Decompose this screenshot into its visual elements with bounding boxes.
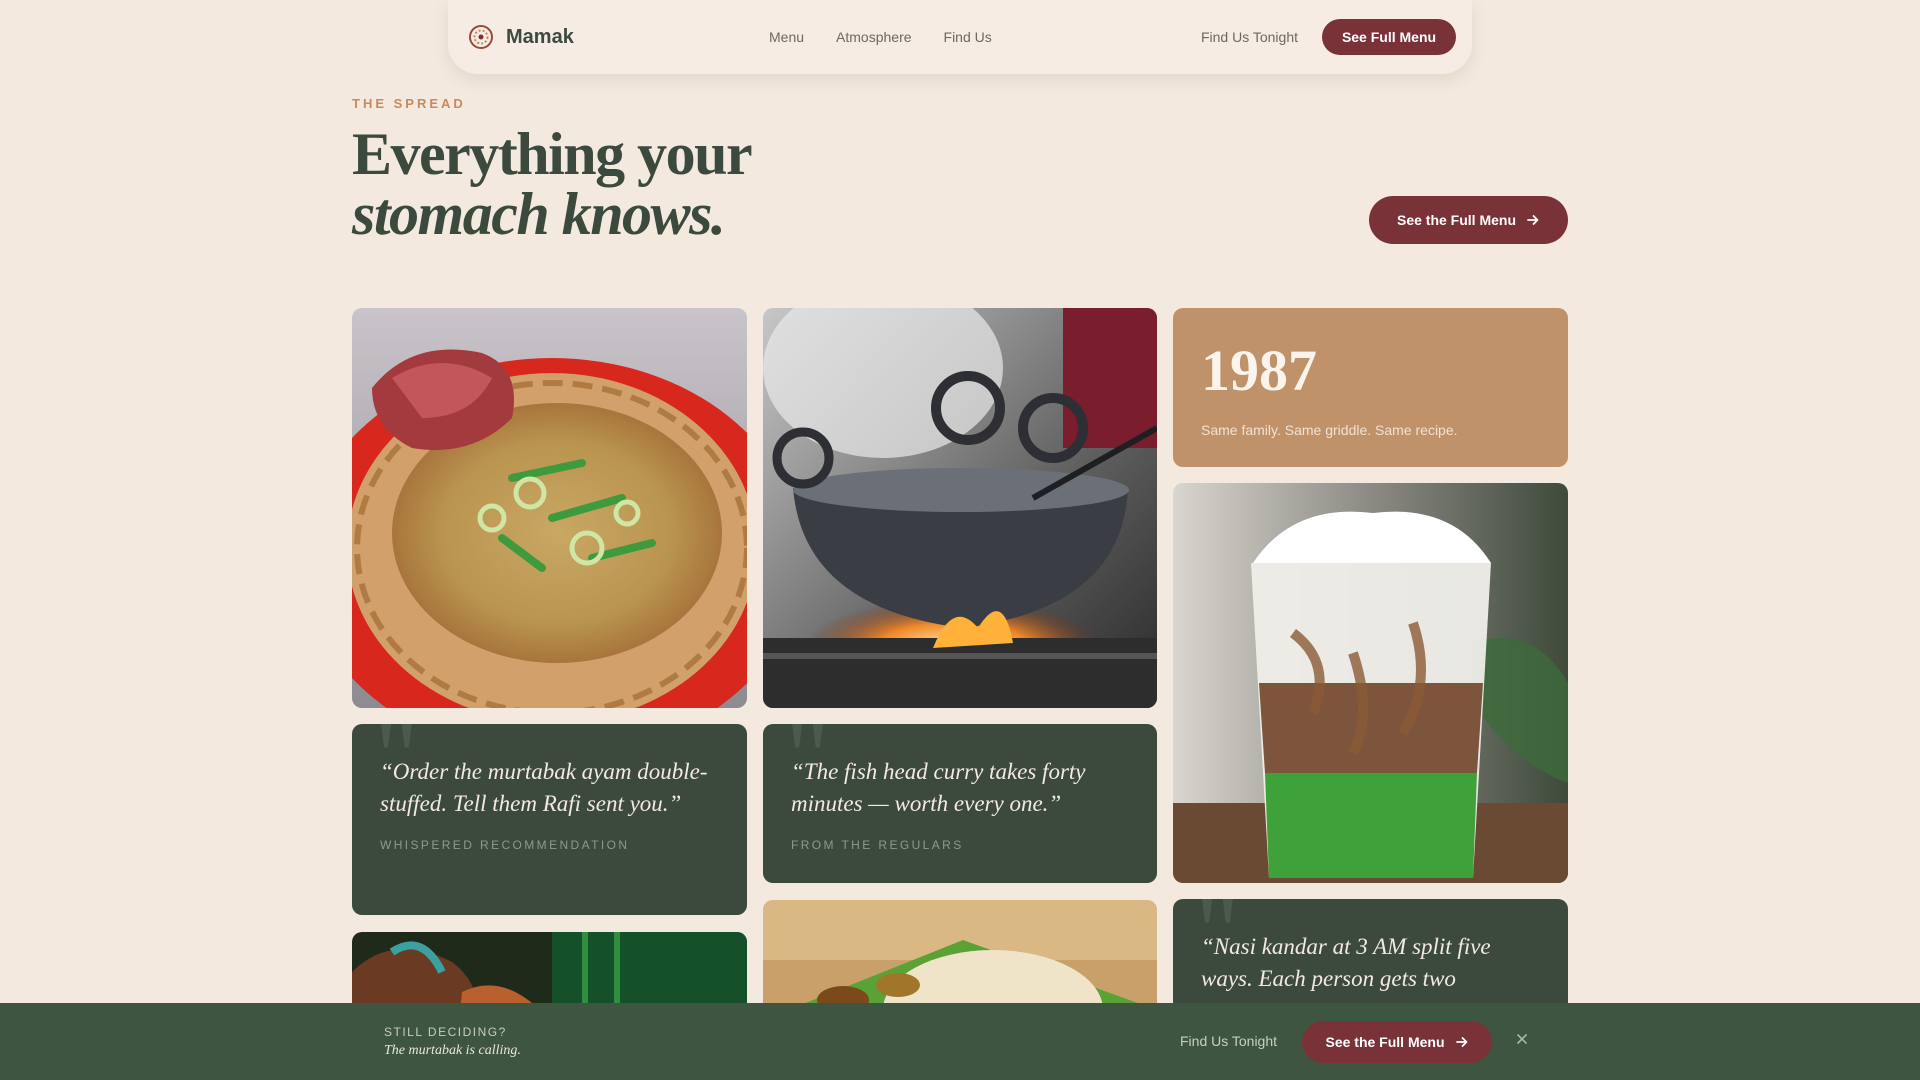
quote-text: “The fish head curry takes forty minutes… <box>791 759 1086 816</box>
headline-line-2: stomach knows. <box>352 181 726 247</box>
arrow-right-icon <box>1455 1037 1467 1047</box>
page-title: Everything your stomach knows. <box>352 121 753 247</box>
sticky-cta-bar: STILL DECIDING? The murtabak is calling.… <box>0 1003 1920 1080</box>
sticky-find-us-tonight-link[interactable]: Find Us Tonight <box>1180 1033 1277 1049</box>
top-nav: Mamak Menu Atmosphere Find Us Find Us To… <box>448 0 1472 74</box>
quote-card-recommendation: " “Order the murtabak ayam double-stuffe… <box>352 724 747 915</box>
arrow-right-icon <box>1527 215 1539 225</box>
founded-caption: Same family. Same griddle. Same recipe. <box>1201 422 1458 438</box>
quote-text: “Nasi kandar at 3 AM split five ways. Ea… <box>1201 934 1491 991</box>
quote-text: “Order the murtabak ayam double-stuffed.… <box>380 759 708 816</box>
nav-link-atmosphere[interactable]: Atmosphere <box>836 29 911 45</box>
nav-actions: Find Us Tonight See Full Menu <box>1201 19 1456 55</box>
find-us-tonight-link[interactable]: Find Us Tonight <box>1201 29 1298 45</box>
quote-card-regulars: " “The fish head curry takes forty minut… <box>763 724 1157 883</box>
sticky-cta-label: See the Full Menu <box>1325 1034 1445 1050</box>
hero-full-menu-button[interactable]: See the Full Menu <box>1369 196 1568 244</box>
cendol-drink-photo <box>1173 483 1568 883</box>
close-x-glyph <box>1517 1034 1527 1044</box>
section-eyebrow: THE SPREAD <box>352 96 466 111</box>
brand-name: Mamak <box>506 25 574 48</box>
quote-caption: FROM THE REGULARS <box>791 838 964 852</box>
headline-line-1: Everything your <box>352 121 753 187</box>
nav-link-find-us[interactable]: Find Us <box>944 29 992 45</box>
founded-stat-card: 1987 Same family. Same griddle. Same rec… <box>1173 308 1568 467</box>
founded-year: 1987 <box>1201 338 1317 403</box>
close-icon[interactable] <box>1512 1029 1532 1049</box>
sticky-tagline: The murtabak is calling. <box>384 1043 521 1058</box>
nav-link-menu[interactable]: Menu <box>769 29 804 45</box>
quote-caption: WHISPERED RECOMMENDATION <box>380 838 630 852</box>
hero-cta-label: See the Full Menu <box>1396 212 1516 228</box>
nav-links: Menu Atmosphere Find Us <box>769 0 992 74</box>
mandala-logo-icon <box>469 25 493 49</box>
sticky-eyebrow: STILL DECIDING? <box>384 1025 507 1039</box>
sticky-full-menu-button[interactable]: See the Full Menu <box>1302 1021 1492 1063</box>
brand[interactable]: Mamak <box>468 24 574 50</box>
wok-over-flame-photo <box>763 308 1157 708</box>
see-full-menu-button[interactable]: See Full Menu <box>1322 19 1456 55</box>
roti-canai-curry-photo <box>352 308 747 708</box>
